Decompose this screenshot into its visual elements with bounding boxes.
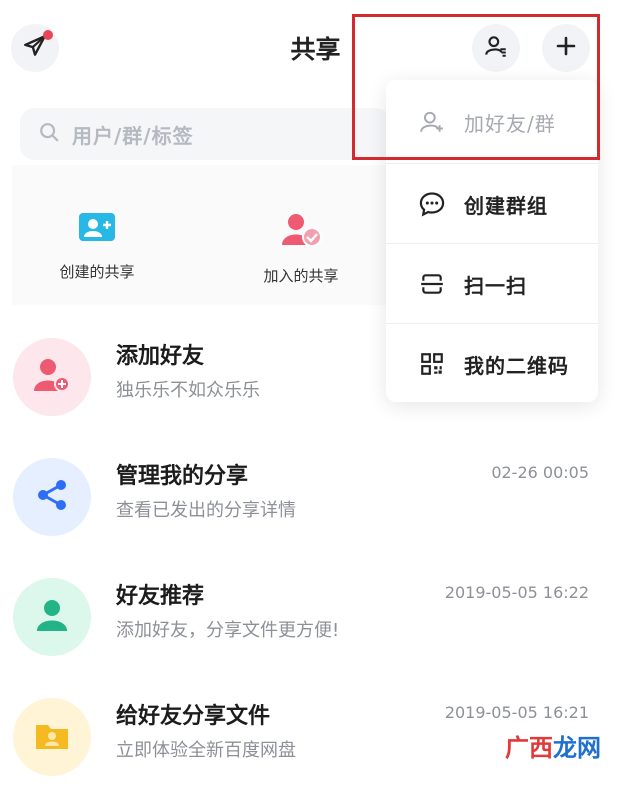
scan-icon [416,268,448,300]
list-item-title: 好友推荐 [116,584,205,609]
avatar [13,338,91,416]
quick-item-created-shares[interactable]: 创建的共享 [12,211,182,282]
list-item-title: 管理我的分享 [116,464,249,489]
quick-actions-panel: 创建的共享 加入的共享 [12,165,392,305]
menu-item-my-qr-code[interactable]: 我的二维码 [386,324,598,404]
list-item-time: 2019-05-05 16:21 [444,703,589,722]
avatar [13,698,91,776]
menu-item-label: 创建群组 [464,193,548,218]
menu-item-label: 我的二维码 [464,353,569,378]
qr-code-icon [416,348,448,380]
share-icon [34,477,70,517]
watermark: 广西龙网 [505,728,601,763]
watermark-text: 龙网 [553,734,601,762]
list-item-time: 02-26 00:05 [491,463,589,482]
chat-bubble-icon [416,188,448,220]
list-item-subtitle: 立即体验全新百度网盘 [116,740,296,761]
avatar [13,578,91,656]
folder-share-icon [34,719,70,755]
menu-item-scan[interactable]: 扫一扫 [386,244,598,324]
quick-item-joined-shares[interactable]: 加入的共享 [216,211,386,286]
list-item-friend-recommend[interactable]: 好友推荐 添加好友，分享文件更方便! 2019-05-05 16:22 [0,568,631,688]
search-icon [38,121,60,148]
joined-share-icon [279,214,323,251]
quick-item-label: 加入的共享 [263,267,339,285]
avatar [13,458,91,536]
list-item-subtitle: 独乐乐不如众乐乐 [116,380,260,401]
watermark-text: 广西 [505,734,553,762]
menu-item-create-group[interactable]: 创建群组 [386,164,598,244]
add-friend-icon [32,357,72,397]
list-item-subtitle: 查看已发出的分享详情 [116,500,296,521]
search-input[interactable]: 用户/群/标签 [20,108,390,160]
list-item-manage-shares[interactable]: 管理我的分享 查看已发出的分享详情 02-26 00:05 [0,448,631,568]
search-placeholder: 用户/群/标签 [72,123,194,148]
quick-item-label: 创建的共享 [59,263,135,281]
friend-recommend-icon [34,597,70,637]
menu-item-label: 扫一扫 [464,273,527,298]
list-item-title: 添加好友 [116,344,205,369]
create-share-icon [78,213,116,247]
highlight-box [352,14,600,160]
list-item-title: 给好友分享文件 [116,704,271,729]
list-item-time: 2019-05-05 16:22 [444,583,589,602]
list-item-subtitle: 添加好友，分享文件更方便! [116,620,340,641]
